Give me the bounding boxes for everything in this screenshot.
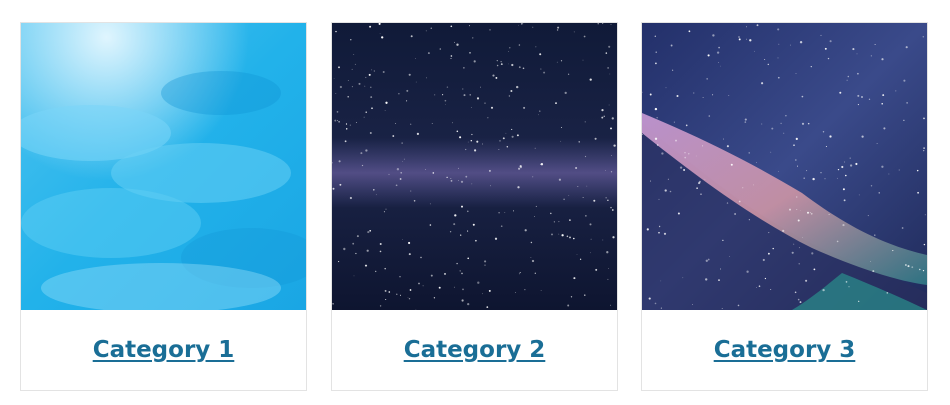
milky-way-nebula-image[interactable] xyxy=(642,23,927,310)
category-1-link[interactable]: Category 1 xyxy=(93,337,235,363)
category-caption: Category 2 xyxy=(332,310,617,390)
category-caption: Category 3 xyxy=(642,310,927,390)
category-grid: Category 1 Category 2 Category 3 xyxy=(0,0,950,405)
category-card-2: Category 2 xyxy=(331,22,618,391)
ocean-water-image[interactable] xyxy=(21,23,306,310)
category-3-link[interactable]: Category 3 xyxy=(714,337,856,363)
category-card-3: Category 3 xyxy=(641,22,928,391)
category-card-1: Category 1 xyxy=(20,22,307,391)
starry-night-sky-image[interactable] xyxy=(332,23,617,310)
category-2-link[interactable]: Category 2 xyxy=(404,337,546,363)
category-caption: Category 1 xyxy=(21,310,306,390)
